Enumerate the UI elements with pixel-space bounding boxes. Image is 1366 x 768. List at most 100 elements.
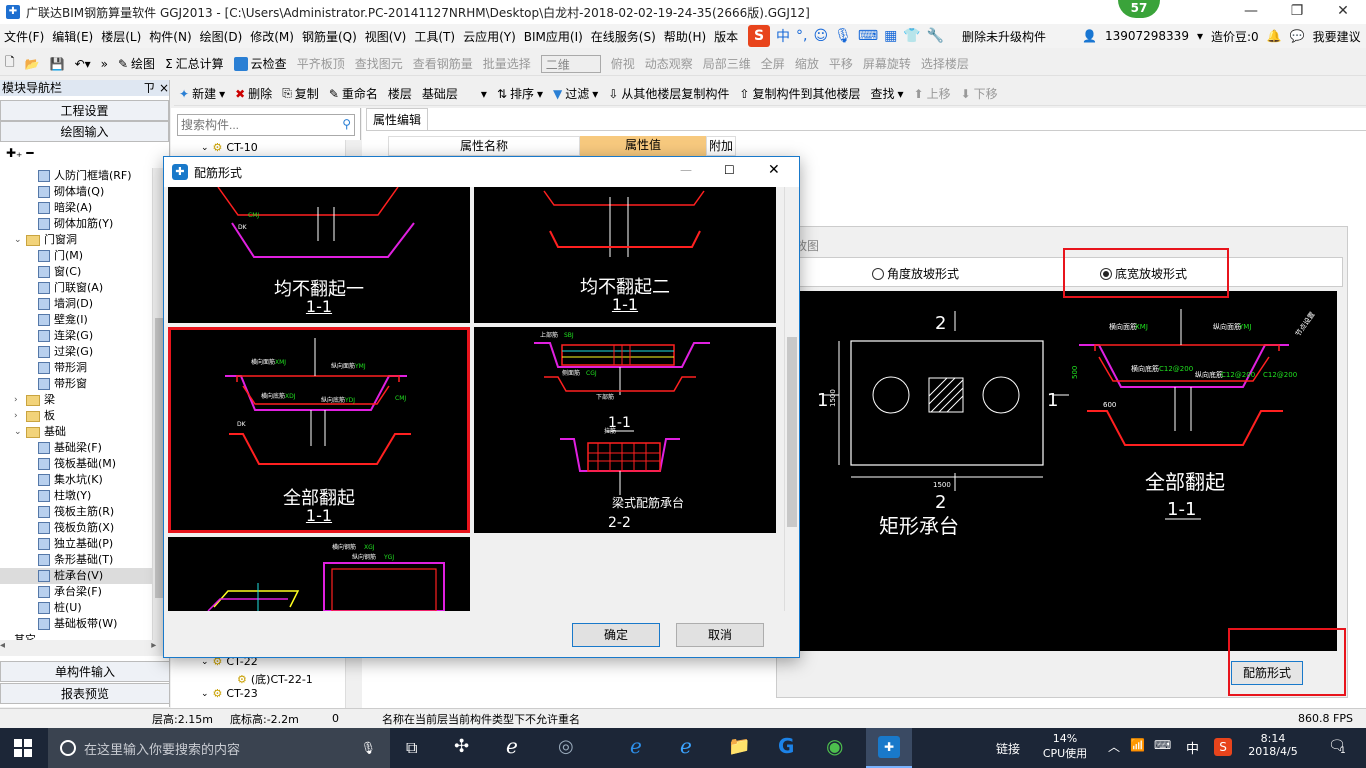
tree-item[interactable]: 门(M) [0,248,152,264]
dialog-scroll-thumb[interactable] [787,337,797,527]
tree-item[interactable]: 基础梁(F) [0,440,152,456]
option-none-up-1[interactable]: CMJ DK 均不翻起一 1-1 [168,187,470,323]
tree-folder[interactable]: › 梁 [0,392,152,408]
open-file-icon[interactable]: 📂 [20,57,45,71]
bell-icon[interactable]: 🔔 [1267,29,1282,43]
select-floor-button[interactable]: 选择楼层 [916,55,974,72]
shirt-icon[interactable]: 👕 [903,28,920,44]
dialog-scrollbar[interactable] [784,187,798,611]
component-item-ct10[interactable]: ⌄ ⚙ CT-10 [201,141,258,154]
tree-item[interactable]: 连梁(G) [0,328,152,344]
sogou-tray-icon[interactable]: S [1214,738,1232,756]
chevron-down-icon[interactable]: ⌄ [201,143,209,153]
dialog-minimize-icon[interactable]: — [680,163,692,177]
phone-account[interactable]: 13907298339 [1105,29,1189,43]
dialog-maximize-icon[interactable]: ☐ [724,163,735,177]
dialog-close-icon[interactable]: ✕ [768,162,780,178]
copy-button[interactable]: ⎘ 复制 [277,85,324,102]
option-partial-5[interactable]: 横向钢筋 XGJ 纵向钢筋 YGJ [168,537,470,611]
ie-icon[interactable]: ℯ [506,734,518,758]
app-green-icon[interactable]: ◉ [826,734,843,758]
radio-angle-slope[interactable]: 角度放坡形式 [872,265,959,282]
zoom-button[interactable]: 缩放 [790,55,824,72]
menu-version[interactable]: 版本 [710,28,742,45]
clock[interactable]: 8:14 2018/4/5 [1240,732,1306,758]
menu-modify[interactable]: 修改(M) [246,28,298,45]
tree-folder[interactable]: › 板 [0,408,152,424]
batch-select-button[interactable]: 批量选择 [478,55,536,72]
sogou-icon[interactable]: S [748,25,770,47]
project-settings-tab[interactable]: 工程设置 [0,100,169,121]
minimize-icon[interactable]: — [1228,0,1274,24]
tree-folder[interactable]: ⌄ 门窗洞 [0,232,152,248]
tree-item[interactable]: 筏板主筋(R) [0,504,152,520]
tree-hscrollbar[interactable]: ◂ ▸ [0,640,168,656]
single-input-tab[interactable]: 单构件输入 [0,661,170,682]
tree-item[interactable]: 墙洞(D) [0,296,152,312]
move-up-button[interactable]: ⬆ 上移 [909,85,956,102]
search-icon[interactable]: ⚲ [342,117,351,131]
menu-edit[interactable]: 编辑(E) [48,28,97,45]
draw-button[interactable]: ✎ 绘图 [113,55,160,72]
close-icon[interactable]: ✕ [1320,0,1366,24]
option-all-up[interactable]: 横向面筋 XMJ 纵向面筋 YMJ 横向底筋 XDJ 纵向底筋 YDJ CMJ … [168,327,470,533]
chevron-right-icon[interactable]: › [14,392,24,408]
menu-bim[interactable]: BIM应用(I) [520,28,587,45]
find-button[interactable]: 查找 ▾ [865,85,908,102]
tree-item[interactable]: 带形窗 [0,376,152,392]
tree-item[interactable]: 桩承台(V) [0,568,152,584]
fullscreen-button[interactable]: 全屏 [756,55,790,72]
report-preview-tab[interactable]: 报表预览 [0,683,170,704]
local-3d-button[interactable]: 局部三维 [698,55,756,72]
tree-item[interactable]: 基础板带(W) [0,616,152,632]
menu-cloud[interactable]: 云应用(Y) [459,28,520,45]
chevron-down-icon[interactable]: ⌄ [201,689,209,699]
menu-help[interactable]: 帮助(H) [660,28,710,45]
tree-item[interactable]: 独立基础(P) [0,536,152,552]
rename-button[interactable]: ✎ 重命名 [324,85,383,102]
panel-close-icon[interactable]: × [159,81,169,95]
menu-view[interactable]: 视图(V) [361,28,411,45]
find-element-button[interactable]: 查找图元 [350,55,408,72]
sort-button[interactable]: ⇅ 排序 ▾ [492,85,548,102]
tray-ime[interactable]: 中 [1186,738,1199,757]
ime-cn-label[interactable]: 中 [776,26,790,46]
tree-item[interactable]: 承台梁(F) [0,584,152,600]
grid-icon[interactable]: ▦ [884,28,897,44]
view-mode-select[interactable]: 二维 [536,54,606,73]
view-rebar-button[interactable]: 查看钢筋量 [408,55,478,72]
ok-button[interactable]: 确定 [572,623,660,647]
chevron-down-icon[interactable]: ⌄ [201,657,209,667]
tree-item[interactable]: 柱墩(Y) [0,488,152,504]
folder-icon[interactable]: 📁 [728,736,750,757]
property-edit-tab[interactable]: 属性编辑 [366,108,428,130]
emoji-icon[interactable]: ☺ [813,28,828,44]
menu-floor[interactable]: 楼层(L) [97,28,145,45]
menu-component[interactable]: 构件(N) [145,28,195,45]
pan-button[interactable]: 平移 [824,55,858,72]
pin-icon[interactable]: ㄗ [143,81,155,95]
network-icon[interactable]: 📶 [1130,738,1145,752]
keyboard-icon[interactable]: ⌨ [1154,738,1171,752]
new-button[interactable]: ✦ 新建 ▾ [174,85,230,102]
app-icon-4[interactable]: ◎ [558,736,574,757]
chevron-down-icon[interactable]: ⌄ [14,232,24,248]
tree-item[interactable]: 筏板基础(M) [0,456,152,472]
menu-online[interactable]: 在线服务(S) [587,28,660,45]
chat-icon[interactable]: 💬 [1290,29,1305,43]
tree-item[interactable]: 暗梁(A) [0,200,152,216]
maximize-icon[interactable]: ❐ [1274,0,1320,24]
tree-folder[interactable]: ⌄ 基础 [0,424,152,440]
new-file-icon[interactable]: 🗋 [0,53,20,74]
copy-from-floor-button[interactable]: ⇩ 从其他楼层复制构件 [603,85,734,102]
suggest-link[interactable]: 我要建议 [1313,28,1361,45]
tray-expand-icon[interactable]: ︿ [1108,738,1120,755]
score-badge[interactable]: 57 [1118,0,1160,18]
tree-item[interactable]: 条形基础(T) [0,552,152,568]
active-app-tab[interactable]: ✚ [866,728,912,768]
tree-item[interactable]: 窗(C) [0,264,152,280]
delete-button[interactable]: ✖ 删除 [230,85,277,102]
tree-item[interactable]: 砌体墙(Q) [0,184,152,200]
task-view-icon[interactable]: ⧉ [406,738,417,758]
tree-item[interactable]: 门联窗(A) [0,280,152,296]
